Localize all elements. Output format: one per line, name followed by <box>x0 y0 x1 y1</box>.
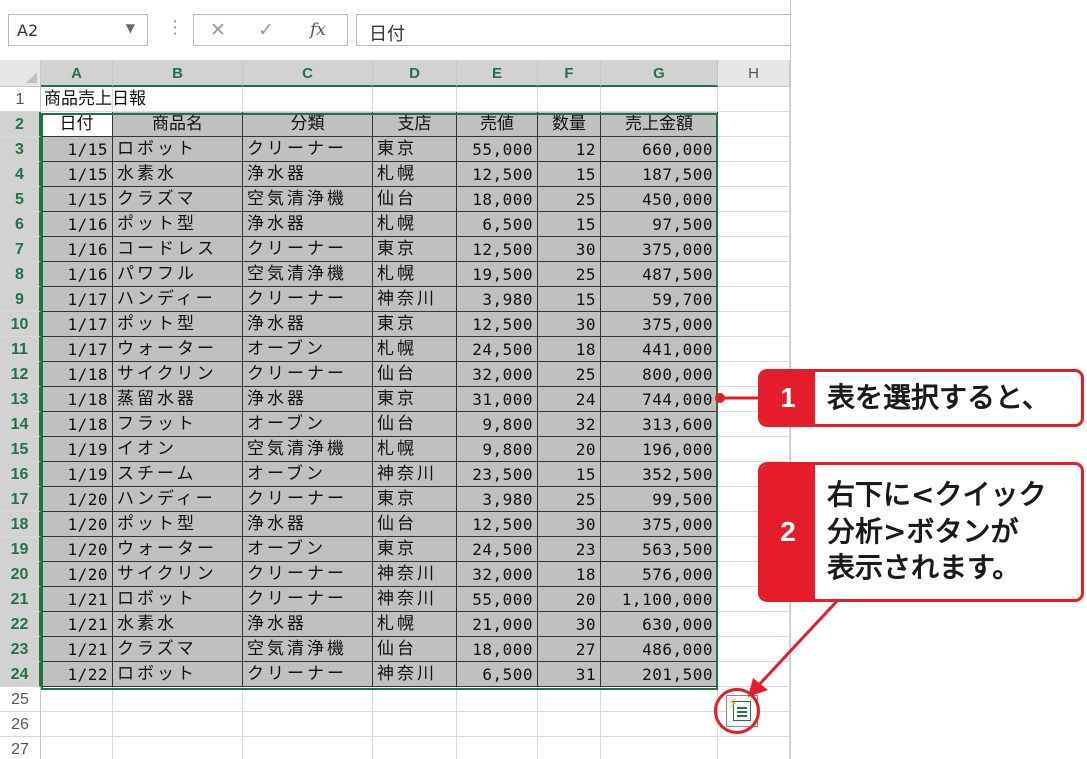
callout-2-arrowhead <box>748 678 768 697</box>
callout-2-leader <box>754 598 840 690</box>
callout-1-dot <box>715 393 725 403</box>
callout-1: 1 表を選択すると、 <box>758 369 1084 427</box>
callout-1-text: 表を選択すると、 <box>827 380 1050 414</box>
callout-2-number: 2 <box>761 465 815 599</box>
callout-2-text: 右下に<クイック 分析>ボタンが 表示されます。 <box>827 478 1047 585</box>
callout-2: 2 右下に<クイック 分析>ボタンが 表示されます。 <box>758 462 1084 602</box>
callout-1-number: 1 <box>761 372 815 424</box>
